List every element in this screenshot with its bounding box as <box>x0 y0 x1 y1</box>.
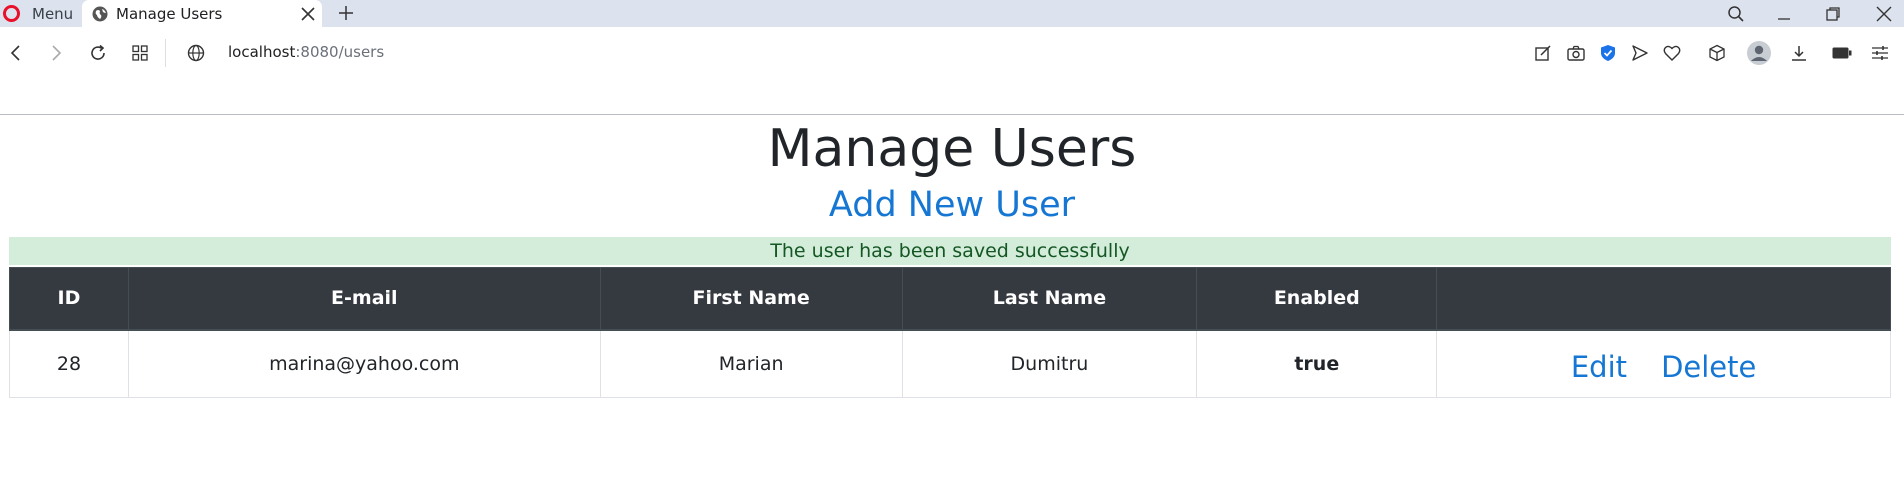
tab-title: Manage Users <box>116 4 223 23</box>
search-tabs-icon[interactable] <box>1716 0 1756 27</box>
header-enabled: Enabled <box>1196 267 1438 331</box>
url-path: :8080/users <box>295 43 385 61</box>
tab-close-icon[interactable] <box>294 0 322 27</box>
tabs-grid-icon[interactable] <box>128 41 152 65</box>
header-actions <box>1436 267 1891 331</box>
download-icon[interactable] <box>1787 41 1811 65</box>
url-host: localhost <box>228 43 296 61</box>
header-last-name: Last Name <box>901 267 1198 331</box>
opera-menu-button[interactable]: Menu <box>0 0 82 27</box>
close-window-icon[interactable] <box>1864 0 1904 27</box>
new-tab-icon[interactable] <box>334 1 358 25</box>
battery-icon[interactable] <box>1830 41 1854 65</box>
page-title: Manage Users <box>767 119 1137 179</box>
cell-actions: Edit Delete <box>1436 329 1891 398</box>
cell-email: marina@yahoo.com <box>127 329 601 398</box>
url-field[interactable]: localhost:8080/users <box>228 43 384 61</box>
table-row: 28 marina@yahoo.com Marian Dumitru true … <box>9 329 1891 398</box>
add-new-user-link[interactable]: Add New User <box>0 185 1904 225</box>
cell-enabled: true <box>1196 329 1438 398</box>
send-icon[interactable] <box>1628 41 1652 65</box>
opera-logo-icon <box>3 5 20 22</box>
easy-setup-icon[interactable] <box>1868 41 1892 65</box>
users-table: ID E-mail First Name Last Name Enabled 2… <box>9 267 1891 398</box>
forward-icon[interactable] <box>44 41 68 65</box>
reload-icon[interactable] <box>86 41 110 65</box>
header-first-name: First Name <box>599 267 903 331</box>
vpn-shield-icon[interactable] <box>1596 41 1620 65</box>
toolbar-separator <box>165 39 166 67</box>
cell-id: 28 <box>9 329 129 398</box>
edit-user-link[interactable]: Edit <box>1571 350 1627 384</box>
menu-label: Menu <box>32 4 74 23</box>
address-bar: localhost:8080/users <box>0 27 1904 79</box>
cell-last-name: Dumitru <box>901 329 1198 398</box>
heart-icon[interactable] <box>1660 41 1684 65</box>
minimize-icon[interactable] <box>1764 0 1804 27</box>
cell-first-name: Marian <box>599 329 903 398</box>
back-icon[interactable] <box>4 41 28 65</box>
avatar-icon[interactable] <box>1747 41 1771 65</box>
tab-strip: Menu Manage Users <box>0 0 1904 27</box>
camera-icon[interactable] <box>1564 41 1588 65</box>
delete-user-link[interactable]: Delete <box>1661 350 1756 384</box>
toolbar-divider <box>0 114 1904 115</box>
browser-tab[interactable]: Manage Users <box>82 0 322 27</box>
header-email: E-mail <box>127 267 601 331</box>
edit-share-icon[interactable] <box>1531 41 1555 65</box>
globe-icon <box>92 6 108 21</box>
header-id: ID <box>9 267 129 331</box>
restore-icon[interactable] <box>1813 0 1853 27</box>
site-info-globe-icon[interactable] <box>184 41 208 65</box>
success-alert: The user has been saved successfully <box>9 237 1891 265</box>
cube-icon[interactable] <box>1705 41 1729 65</box>
table-header-row: ID E-mail First Name Last Name Enabled <box>9 267 1891 331</box>
